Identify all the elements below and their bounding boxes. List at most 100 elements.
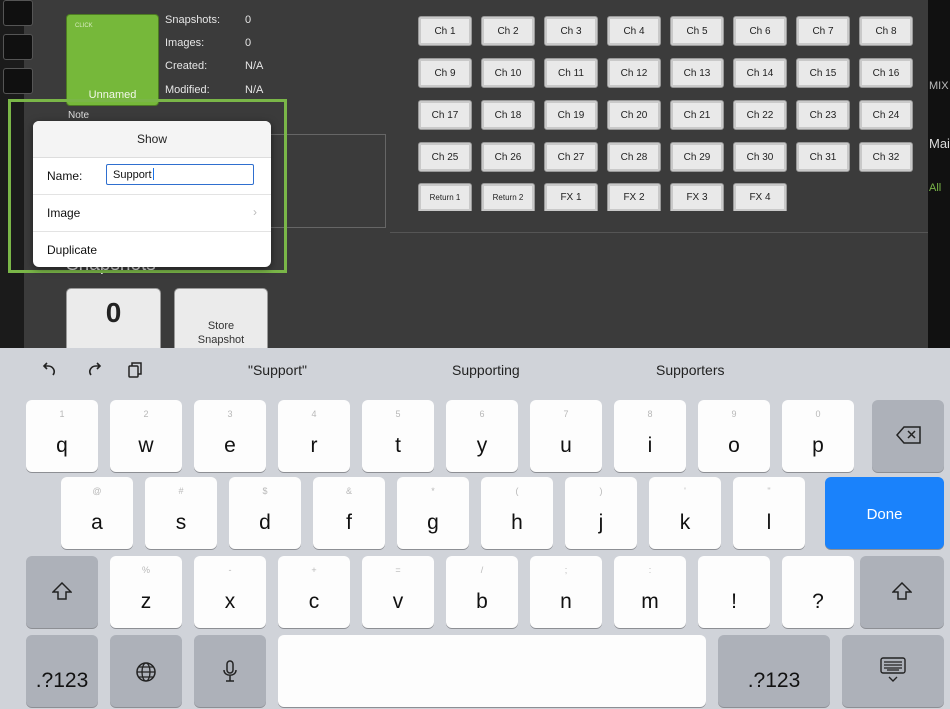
toolbar-button[interactable] [3,0,33,26]
delete-key[interactable] [872,400,944,472]
key-exclamation[interactable]: ! [698,556,770,628]
key-y[interactable]: 6y [446,400,518,472]
key-c[interactable]: + c [278,556,350,628]
duplicate-row[interactable]: Duplicate [33,232,271,267]
key-u[interactable]: 7u [530,400,602,472]
key-g[interactable]: * g [397,477,469,549]
key-label: x [224,590,236,613]
channel-button[interactable]: Return 2 [481,183,535,211]
store-snapshot-button[interactable]: Store Snapshot [174,288,268,348]
channel-button[interactable]: Ch 29 [670,142,724,172]
channel-button[interactable]: Ch 32 [859,142,913,172]
channel-button[interactable]: Ch 12 [607,58,661,88]
channel-button[interactable]: Ch 5 [670,16,724,46]
globe-key[interactable] [110,635,182,707]
key-h[interactable]: (h [481,477,553,549]
channel-button[interactable]: FX 4 [733,183,787,211]
key-label: z [140,590,152,613]
key-label: o [728,434,740,457]
key-z[interactable]: % z [110,556,182,628]
dictation-key[interactable] [194,635,266,707]
done-key[interactable]: Done [825,477,944,549]
name-input[interactable]: Support [106,164,254,185]
paste-icon[interactable] [126,361,144,379]
suggestion-3[interactable]: Supporters [656,362,724,378]
channel-button[interactable]: Ch 21 [670,100,724,130]
channel-button[interactable]: Ch 18 [481,100,535,130]
channel-button[interactable]: Ch 30 [733,142,787,172]
numbers-key-left[interactable]: .?123 [26,635,98,707]
channel-button[interactable]: Ch 24 [859,100,913,130]
shift-key-left[interactable] [26,556,98,628]
channel-button[interactable]: Ch 8 [859,16,913,46]
channel-button[interactable]: Ch 20 [607,100,661,130]
channel-button[interactable]: Ch 6 [733,16,787,46]
channel-button[interactable]: FX 1 [544,183,598,211]
snapshots-value: 0 [245,14,252,26]
channel-button[interactable]: Ch 2 [481,16,535,46]
channel-button[interactable]: Return 1 [418,183,472,211]
key-e[interactable]: 3e [194,400,266,472]
key-label: t [395,434,401,457]
channel-button[interactable]: Ch 11 [544,58,598,88]
key-n[interactable]: ; n [530,556,602,628]
key-label: q [56,434,68,457]
show-thumbnail[interactable]: CLICK Unnamed [66,14,159,106]
key-b[interactable]: / b [446,556,518,628]
key-s[interactable]: # s [145,477,217,549]
globe-icon [135,661,157,683]
toolbar-button[interactable] [3,34,33,60]
key-d[interactable]: $ d [229,477,301,549]
channel-button[interactable]: Ch 15 [796,58,850,88]
channel-button[interactable]: Ch 1 [418,16,472,46]
channel-button[interactable]: FX 3 [670,183,724,211]
channel-button[interactable]: Ch 22 [733,100,787,130]
channel-button[interactable]: Ch 23 [796,100,850,130]
suggestion-2[interactable]: Supporting [452,362,520,378]
key-r[interactable]: 4r [278,400,350,472]
key-i[interactable]: 8i [614,400,686,472]
key-k[interactable]: ' k [649,477,721,549]
suggestion-1[interactable]: "Support" [248,362,307,378]
channel-button[interactable]: Ch 9 [418,58,472,88]
toolbar-button[interactable] [3,68,33,94]
channel-button[interactable]: Ch 26 [481,142,535,172]
key-a[interactable]: @ a [61,477,133,549]
channel-button[interactable]: FX 2 [607,183,661,211]
key-j[interactable]: ) j [565,477,637,549]
numbers-key-right[interactable]: .?123 [718,635,830,707]
key-l[interactable]: " l [733,477,805,549]
channel-button[interactable]: Ch 7 [796,16,850,46]
channel-button[interactable]: Ch 10 [481,58,535,88]
redo-icon[interactable] [86,361,104,379]
image-row[interactable]: Image › [33,195,271,232]
channel-button[interactable]: Ch 19 [544,100,598,130]
snapshot-count-button[interactable]: 0 [66,288,161,348]
hide-keyboard-key[interactable] [842,635,944,707]
channel-button[interactable]: Ch 28 [607,142,661,172]
created-label: Created: [165,60,208,72]
key-w[interactable]: 2w [110,400,182,472]
channel-button[interactable]: Ch 16 [859,58,913,88]
channel-button[interactable]: Ch 25 [418,142,472,172]
all-label[interactable]: All [929,182,941,194]
channel-button[interactable]: Ch 14 [733,58,787,88]
shift-key-right[interactable] [860,556,944,628]
undo-icon[interactable] [40,361,58,379]
key-question[interactable]: ? [782,556,854,628]
key-x[interactable]: -x [194,556,266,628]
key-o[interactable]: 9o [698,400,770,472]
key-t[interactable]: 5t [362,400,434,472]
space-bar[interactable] [278,635,706,707]
key-q[interactable]: 1q [26,400,98,472]
channel-button[interactable]: Ch 31 [796,142,850,172]
channel-button[interactable]: Ch 27 [544,142,598,172]
channel-button[interactable]: Ch 4 [607,16,661,46]
channel-button[interactable]: Ch 17 [418,100,472,130]
key-v[interactable]: = v [362,556,434,628]
key-m[interactable]: :m [614,556,686,628]
channel-button[interactable]: Ch 3 [544,16,598,46]
key-f[interactable]: & f [313,477,385,549]
channel-button[interactable]: Ch 13 [670,58,724,88]
key-p[interactable]: 0p [782,400,854,472]
